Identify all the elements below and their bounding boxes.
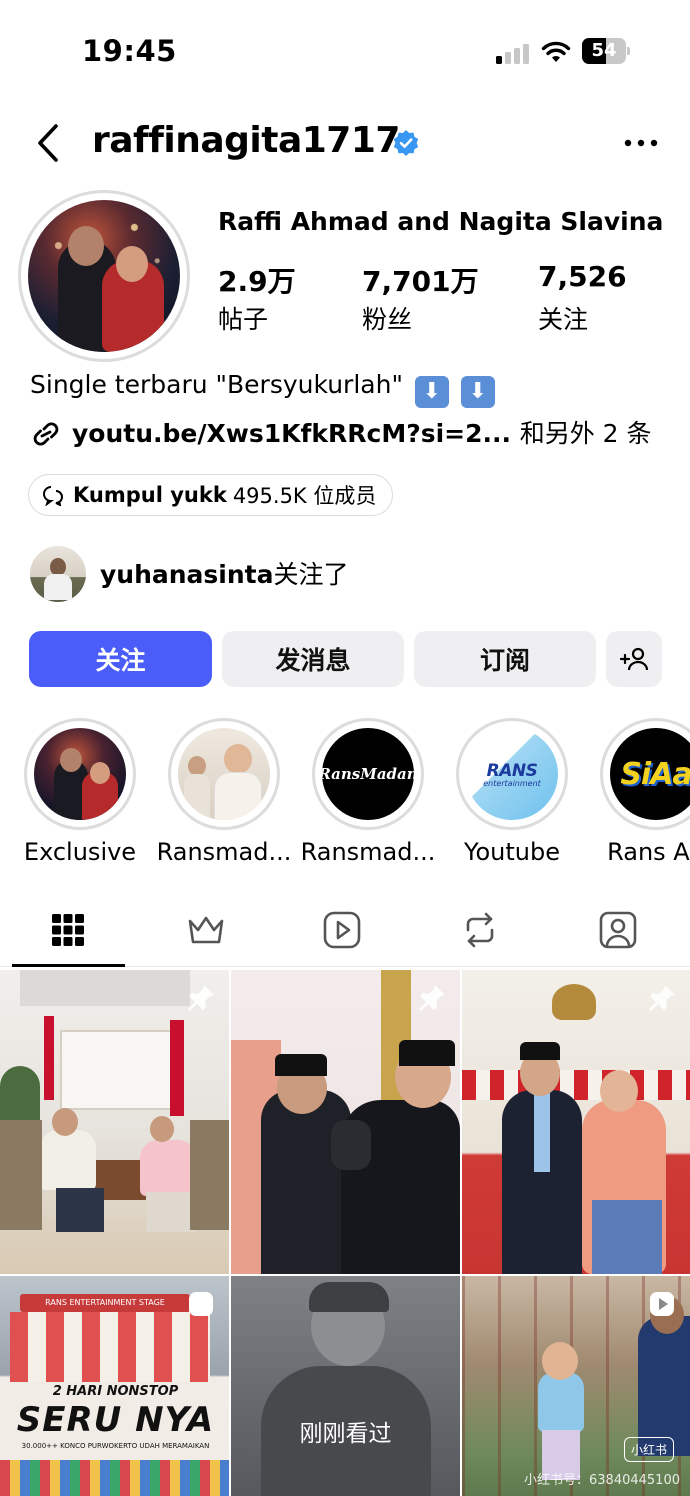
profile-avatar[interactable]: [28, 200, 180, 352]
highlight-label: Rans An: [607, 838, 690, 866]
posts-label[interactable]: 帖子: [218, 300, 268, 336]
down-arrow-emoji-icon: ⬇: [460, 376, 495, 408]
poster-line1: 2 HARI NONSTOP: [52, 1384, 179, 1399]
profile-link[interactable]: youtu.be/Xws1KfkRRcM?si=2... 和另外 2 条: [72, 414, 652, 450]
suggest-people-button[interactable]: [606, 631, 662, 687]
followed-by-suffix: 关注了: [273, 560, 349, 589]
poster-line3: 30.000++ KONCO PURWOKERTO UDAH MERAMAIKA…: [21, 1442, 210, 1450]
profile-display-name: Raffi Ahmad and Nagita Slavina: [218, 207, 664, 236]
pinned-icon: [649, 985, 675, 1011]
message-button[interactable]: 发消息: [222, 631, 404, 687]
bio-text: Single terbaru "Bersyukurlah": [30, 370, 403, 399]
siaa-logo-text: SiAa: [620, 756, 690, 792]
followed-by-user[interactable]: yuhanasinta: [100, 560, 274, 589]
xiaohongshu-badge: 小红书: [623, 1437, 674, 1462]
pinned-icon: [419, 985, 445, 1011]
profile-username: raffinagita1717: [92, 120, 400, 161]
reel-icon: [650, 1292, 674, 1316]
post-thumbnail[interactable]: 小红书 小红书号：63840445100: [462, 1276, 690, 1496]
verified-badge-icon: [393, 130, 419, 156]
followers-count[interactable]: 7,701万: [362, 260, 479, 300]
down-arrow-emoji-icon: ⬇: [414, 376, 449, 408]
post-thumbnail[interactable]: [462, 970, 690, 1274]
ransmadan-logo-text: RansMadan: [322, 765, 414, 783]
reel-icon: [189, 1292, 213, 1316]
poster-line2: SERU NYA: [16, 1400, 215, 1440]
repost-icon[interactable]: [460, 908, 500, 952]
tagged-icon[interactable]: [598, 908, 638, 952]
link-url[interactable]: youtu.be/Xws1KfkRRcM?si=2...: [72, 419, 511, 448]
profile-bio: Single terbaru "Bersyukurlah" ⬇ ⬇: [30, 370, 495, 408]
highlight-label: Ransmad...: [156, 838, 292, 866]
followers-label[interactable]: 粉丝: [362, 300, 412, 336]
stage-banner: RANS ENTERTAINMENT STAGE: [20, 1294, 190, 1312]
following-count[interactable]: 7,526: [538, 260, 627, 293]
highlight-label: Youtube: [464, 838, 560, 866]
xiaohongshu-watermark: 小红书号：63840445100: [524, 1473, 680, 1488]
channel-chat-icon: [43, 486, 63, 506]
status-time: 19:45: [82, 34, 177, 68]
chevron-left-icon[interactable]: [30, 120, 66, 166]
highlight-label: Exclusive: [23, 838, 137, 866]
crown-icon[interactable]: [186, 908, 226, 952]
post-thumbnail[interactable]: RANS ENTERTAINMENT STAGE 2 HARI NONSTOP …: [0, 1276, 229, 1496]
broadcast-channel-chip[interactable]: Kumpul yukk 495.5K 位成员: [28, 474, 394, 516]
channel-name: Kumpul yukk: [73, 483, 227, 507]
post-thumbnail[interactable]: 刚刚看过: [231, 1276, 460, 1496]
followed-by-text[interactable]: yuhanasinta关注了: [100, 555, 349, 591]
post-thumbnail[interactable]: [231, 970, 460, 1274]
following-label[interactable]: 关注: [538, 300, 588, 336]
channel-members: 495.5K 位成员: [232, 484, 377, 508]
recently-watched-label: 刚刚看过: [299, 1421, 392, 1447]
rans-logo-text: RANS: [486, 760, 538, 781]
mutual-follower-avatar[interactable]: [30, 546, 86, 602]
pinned-icon: [188, 985, 214, 1011]
reels-icon[interactable]: [322, 908, 362, 952]
add-person-icon: [619, 647, 649, 671]
subscribe-button[interactable]: 订阅: [414, 631, 596, 687]
link-icon: [33, 422, 59, 446]
active-tab-indicator: [12, 964, 125, 967]
follow-button[interactable]: 关注: [29, 631, 212, 687]
highlight-label: Ransmad...: [300, 838, 436, 866]
post-thumbnail[interactable]: [0, 970, 229, 1274]
more-dots-icon[interactable]: [622, 136, 660, 150]
posts-count[interactable]: 2.9万: [218, 260, 296, 300]
link-more[interactable]: 和另外 2 条: [520, 419, 652, 448]
battery-icon: 54: [582, 38, 630, 64]
rans-logo-subtext: entertainment: [483, 778, 541, 788]
grid-icon[interactable]: [48, 908, 88, 952]
wifi-icon: [541, 41, 571, 62]
battery-level-text: 54: [591, 40, 617, 61]
cellular-signal-icon: [496, 42, 530, 64]
